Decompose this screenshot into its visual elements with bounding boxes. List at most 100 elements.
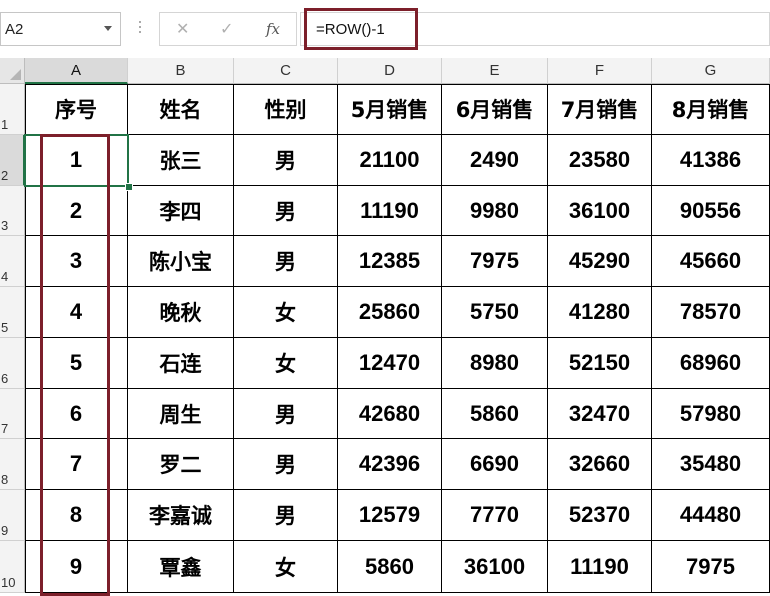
table-cell[interactable]: 11190 [548, 541, 652, 593]
table-cell[interactable]: 36100 [548, 186, 652, 236]
row-header-8[interactable]: 8 [0, 439, 25, 490]
chevron-down-icon[interactable] [104, 26, 112, 31]
select-all-button[interactable] [0, 58, 25, 84]
table-cell[interactable]: 李嘉诚 [128, 490, 234, 541]
table-cell[interactable]: 2 [25, 186, 128, 236]
table-header-cell[interactable]: 6月销售 [442, 84, 548, 135]
table-header-cell[interactable]: 序号 [25, 84, 128, 135]
table-cell[interactable]: 23580 [548, 135, 652, 186]
table-cell[interactable]: 41280 [548, 287, 652, 338]
row-header-2[interactable]: 2 [0, 135, 25, 186]
table-cell[interactable]: 李四 [128, 186, 234, 236]
table-cell[interactable]: 1 [25, 135, 128, 186]
row-header-5[interactable]: 5 [0, 287, 25, 338]
column-header-a[interactable]: A [25, 58, 128, 84]
table-cell[interactable]: 男 [234, 236, 338, 287]
enter-icon[interactable]: ✓ [220, 19, 233, 38]
table-cell[interactable]: 女 [234, 541, 338, 593]
column-header-e[interactable]: E [442, 58, 548, 84]
table-cell[interactable]: 35480 [652, 439, 770, 490]
table-cell[interactable]: 41386 [652, 135, 770, 186]
row-number: 1 [1, 117, 9, 132]
row-header-3[interactable]: 3 [0, 186, 25, 236]
row-header-9[interactable]: 9 [0, 490, 25, 541]
row-number: 2 [1, 168, 9, 183]
table-header-cell[interactable]: 8月销售 [652, 84, 770, 135]
table-cell[interactable]: 6 [25, 389, 128, 439]
table-cell[interactable]: 7 [25, 439, 128, 490]
table-cell[interactable]: 晚秋 [128, 287, 234, 338]
table-header-cell[interactable]: 7月销售 [548, 84, 652, 135]
table-cell[interactable]: 52370 [548, 490, 652, 541]
table-cell[interactable]: 32660 [548, 439, 652, 490]
table-cell[interactable]: 男 [234, 439, 338, 490]
table-cell[interactable]: 张三 [128, 135, 234, 186]
row-number: 5 [1, 320, 9, 335]
row-header-7[interactable]: 7 [0, 389, 25, 439]
table-cell[interactable]: 4 [25, 287, 128, 338]
name-box-value: A2 [5, 21, 24, 38]
table-cell[interactable]: 5 [25, 338, 128, 389]
table-header-cell[interactable]: 姓名 [128, 84, 234, 135]
table-cell[interactable]: 12579 [338, 490, 442, 541]
table-cell[interactable]: 7770 [442, 490, 548, 541]
row-header-10[interactable]: 10 [0, 541, 25, 593]
table-cell[interactable]: 男 [234, 186, 338, 236]
row-number: 8 [1, 472, 9, 487]
table-cell[interactable]: 8980 [442, 338, 548, 389]
table-cell[interactable]: 7975 [652, 541, 770, 593]
table-cell[interactable]: 5860 [338, 541, 442, 593]
drag-handle-icon[interactable] [139, 18, 142, 38]
table-cell[interactable]: 25860 [338, 287, 442, 338]
table-cell[interactable]: 45290 [548, 236, 652, 287]
table-cell[interactable]: 9980 [442, 186, 548, 236]
table-cell[interactable]: 52150 [548, 338, 652, 389]
table-cell[interactable]: 12470 [338, 338, 442, 389]
table-cell[interactable]: 女 [234, 338, 338, 389]
table-cell[interactable]: 32470 [548, 389, 652, 439]
table-cell[interactable]: 3 [25, 236, 128, 287]
table-cell[interactable]: 78570 [652, 287, 770, 338]
table-cell[interactable]: 8 [25, 490, 128, 541]
table-cell[interactable]: 罗二 [128, 439, 234, 490]
table-cell[interactable]: 42396 [338, 439, 442, 490]
table-cell[interactable]: 7975 [442, 236, 548, 287]
table-cell[interactable]: 男 [234, 135, 338, 186]
table-cell[interactable]: 9 [25, 541, 128, 593]
table-cell[interactable]: 42680 [338, 389, 442, 439]
table-cell[interactable]: 21100 [338, 135, 442, 186]
table-cell[interactable]: 女 [234, 287, 338, 338]
cancel-icon[interactable]: ✕ [176, 19, 189, 38]
table-cell[interactable]: 36100 [442, 541, 548, 593]
column-header-b[interactable]: B [128, 58, 234, 84]
insert-function-icon[interactable]: fx [266, 20, 280, 38]
column-header-d[interactable]: D [338, 58, 442, 84]
column-header-g[interactable]: G [652, 58, 770, 84]
table-cell[interactable]: 6690 [442, 439, 548, 490]
name-box[interactable]: A2 [0, 12, 121, 46]
table-cell[interactable]: 石连 [128, 338, 234, 389]
table-cell[interactable]: 12385 [338, 236, 442, 287]
table-cell[interactable]: 2490 [442, 135, 548, 186]
table-cell[interactable]: 44480 [652, 490, 770, 541]
table-cell[interactable]: 5750 [442, 287, 548, 338]
table-cell[interactable]: 68960 [652, 338, 770, 389]
table-header-cell[interactable]: 5月销售 [338, 84, 442, 135]
table-cell[interactable]: 57980 [652, 389, 770, 439]
table-cell[interactable]: 周生 [128, 389, 234, 439]
column-header-f[interactable]: F [548, 58, 652, 84]
row-header-4[interactable]: 4 [0, 236, 25, 287]
table-cell[interactable]: 男 [234, 490, 338, 541]
table-cell[interactable]: 覃鑫 [128, 541, 234, 593]
table-cell[interactable]: 陈小宝 [128, 236, 234, 287]
fill-handle[interactable] [125, 183, 133, 191]
table-cell[interactable]: 男 [234, 389, 338, 439]
row-header-6[interactable]: 6 [0, 338, 25, 389]
table-cell[interactable]: 90556 [652, 186, 770, 236]
table-cell[interactable]: 5860 [442, 389, 548, 439]
table-header-cell[interactable]: 性别 [234, 84, 338, 135]
table-cell[interactable]: 11190 [338, 186, 442, 236]
table-cell[interactable]: 45660 [652, 236, 770, 287]
column-header-c[interactable]: C [234, 58, 338, 84]
row-header-1[interactable]: 1 [0, 84, 25, 135]
